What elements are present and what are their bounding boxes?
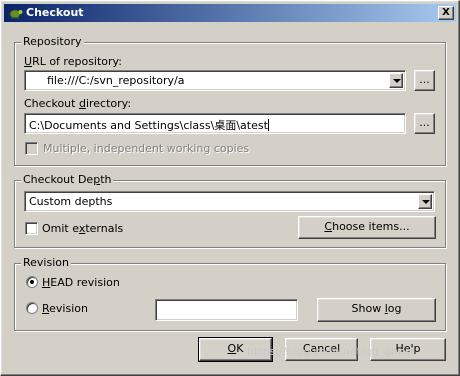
multiple-working-copies-checkbox bbox=[25, 142, 38, 155]
chevron-down-icon[interactable] bbox=[418, 194, 432, 209]
show-log-button[interactable]: Show log bbox=[317, 298, 436, 322]
revision-radio[interactable] bbox=[26, 302, 38, 314]
omit-externals-label[interactable]: Omit externals bbox=[42, 222, 123, 235]
url-value: file:///C:/svn_repository/a bbox=[47, 74, 185, 87]
checkout-directory-value: C:\Documents and Settings\class\桌面\atest bbox=[29, 119, 269, 132]
head-revision-radio[interactable] bbox=[26, 276, 38, 288]
browse-url-button[interactable]: ... bbox=[414, 70, 435, 91]
checkout-depth-legend: Checkout Depth bbox=[21, 173, 114, 186]
head-revision-label[interactable]: HEAD revision bbox=[42, 276, 120, 289]
checkout-dialog: Checkout X Repository URL of repository:… bbox=[0, 0, 460, 376]
tortoise-icon bbox=[9, 9, 23, 19]
browse-directory-button[interactable]: ... bbox=[414, 113, 435, 134]
url-combobox[interactable]: file:///C:/svn_repository/a bbox=[24, 70, 406, 91]
checkout-directory-label: Checkout directory: bbox=[24, 97, 132, 110]
omit-externals-checkbox[interactable] bbox=[25, 222, 38, 235]
revision-legend: Revision bbox=[21, 256, 71, 269]
depth-selected-value: Custom depths bbox=[29, 195, 113, 208]
window-title: Checkout bbox=[26, 6, 84, 19]
text-caret bbox=[267, 119, 269, 131]
url-label: URL of repository: bbox=[24, 55, 122, 68]
close-button[interactable]: X bbox=[438, 6, 454, 20]
checkout-directory-input[interactable]: C:\Documents and Settings\class\桌面\atest bbox=[24, 113, 406, 134]
repository-legend: Repository bbox=[21, 35, 84, 48]
choose-items-button[interactable]: Choose items... bbox=[298, 216, 436, 239]
ok-label: OK bbox=[227, 342, 244, 355]
browse-directory-label: ... bbox=[419, 116, 430, 129]
multiple-working-copies-label: Multiple, independent working copies bbox=[43, 142, 250, 155]
browse-url-label: ... bbox=[419, 73, 430, 86]
choose-items-label: Choose items... bbox=[324, 220, 410, 233]
revision-input[interactable] bbox=[155, 299, 298, 321]
title-bar[interactable]: Checkout X bbox=[4, 4, 456, 22]
show-log-label: Show log bbox=[351, 302, 402, 315]
watermark-text: https://blog.csdn.net/qq_ghost bbox=[247, 345, 415, 358]
close-icon: X bbox=[442, 7, 450, 18]
depth-select[interactable]: Custom depths bbox=[24, 191, 435, 212]
chevron-down-icon[interactable] bbox=[389, 73, 403, 88]
revision-label[interactable]: Revision bbox=[42, 302, 88, 315]
